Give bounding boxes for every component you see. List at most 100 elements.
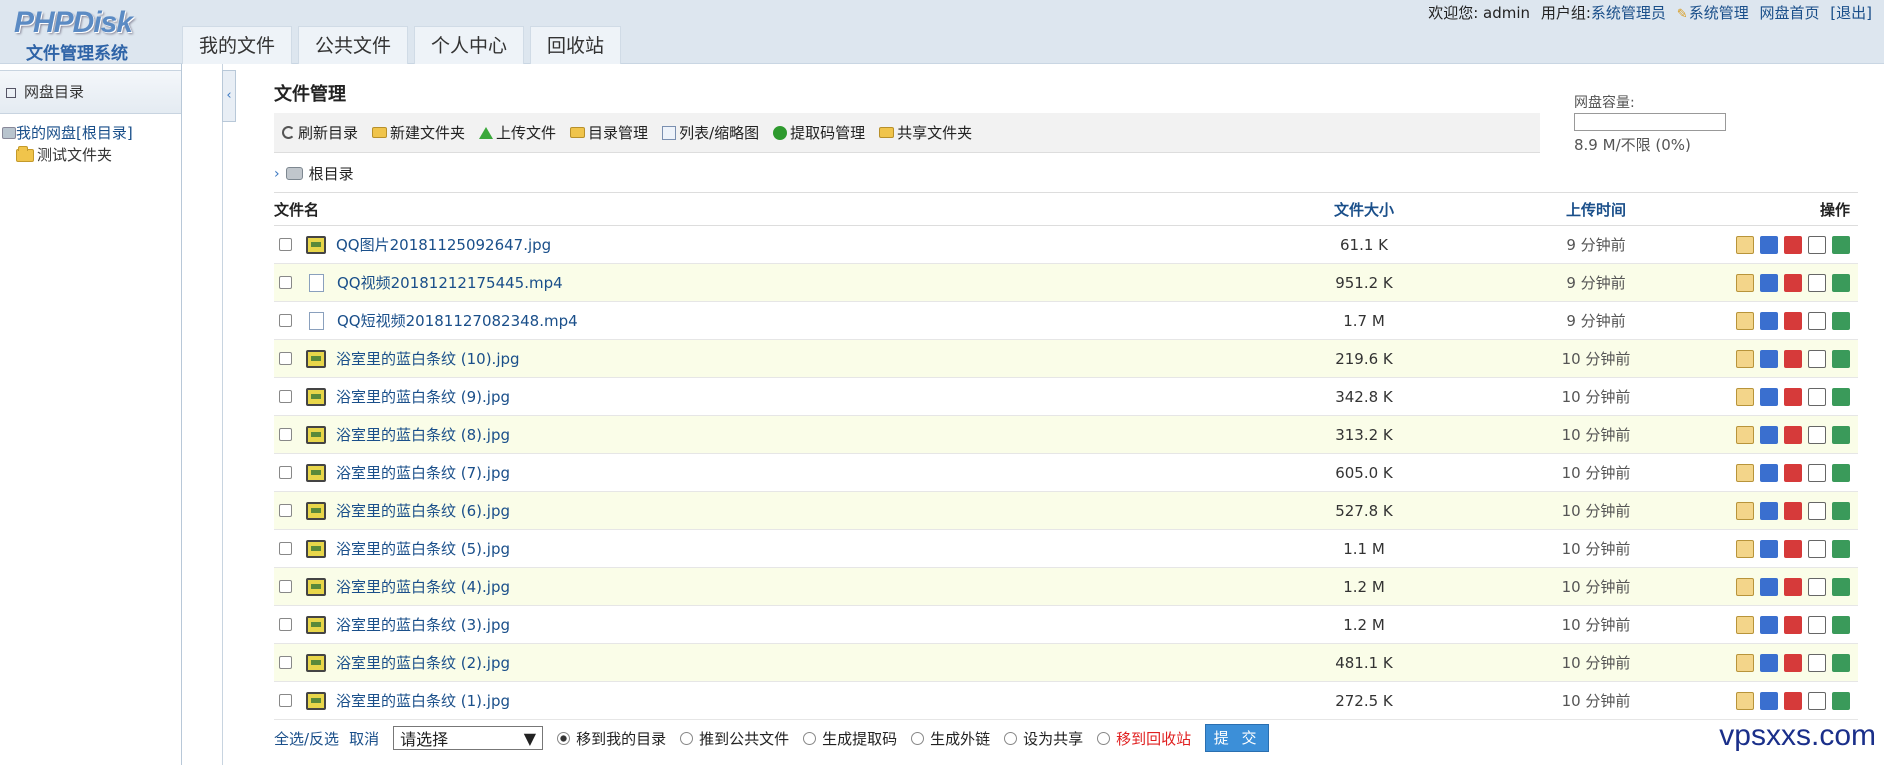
shared-folder-button[interactable]: 共享文件夹 [879, 122, 972, 143]
link-icon[interactable] [1760, 615, 1778, 634]
delete-icon[interactable] [1832, 311, 1850, 330]
code-manage-button[interactable]: 提取码管理 [773, 122, 865, 143]
file-name-link[interactable]: 浴室里的蓝白条纹 (5).jpg [336, 538, 510, 559]
row-checkbox[interactable] [279, 694, 292, 707]
extract-code-icon[interactable] [1784, 387, 1802, 406]
col-name[interactable]: 文件名 [274, 199, 1264, 220]
edit-icon[interactable] [1808, 653, 1826, 672]
row-checkbox[interactable] [279, 390, 292, 403]
edit-icon[interactable] [1808, 577, 1826, 596]
row-checkbox[interactable] [279, 618, 292, 631]
file-name-link[interactable]: 浴室里的蓝白条纹 (8).jpg [336, 424, 510, 445]
delete-icon[interactable] [1832, 653, 1850, 672]
collapse-sidebar-button[interactable]: ‹ [222, 70, 236, 122]
table-row[interactable]: 浴室里的蓝白条纹 (7).jpg 605.0 K 10 分钟前 [274, 454, 1858, 492]
extract-code-icon[interactable] [1784, 349, 1802, 368]
table-row[interactable]: 浴室里的蓝白条纹 (10).jpg 219.6 K 10 分钟前 [274, 340, 1858, 378]
extract-code-icon[interactable] [1784, 311, 1802, 330]
tree-root-label[interactable]: 我的网盘[根目录] [16, 124, 133, 142]
radio-push-public[interactable]: 推到公共文件 [680, 728, 789, 749]
row-checkbox[interactable] [279, 656, 292, 669]
row-checkbox[interactable] [279, 542, 292, 555]
delete-icon[interactable] [1832, 273, 1850, 292]
extract-code-icon[interactable] [1784, 273, 1802, 292]
select-all-link[interactable]: 全选/反选 [274, 728, 339, 749]
download-icon[interactable] [1736, 501, 1754, 520]
row-checkbox[interactable] [279, 428, 292, 441]
link-icon[interactable] [1760, 311, 1778, 330]
file-name-link[interactable]: 浴室里的蓝白条纹 (7).jpg [336, 462, 510, 483]
link-icon[interactable] [1760, 235, 1778, 254]
submit-button[interactable]: 提 交 [1205, 724, 1270, 752]
radio-button[interactable] [1097, 731, 1111, 745]
row-checkbox[interactable] [279, 580, 292, 593]
file-name-link[interactable]: 浴室里的蓝白条纹 (9).jpg [336, 386, 510, 407]
link-icon[interactable] [1760, 691, 1778, 710]
home-link[interactable]: 网盘首页 [1759, 4, 1819, 22]
radio-button[interactable] [1004, 731, 1018, 745]
table-row[interactable]: 浴室里的蓝白条纹 (8).jpg 313.2 K 10 分钟前 [274, 416, 1858, 454]
edit-icon[interactable] [1808, 463, 1826, 482]
table-row[interactable]: 浴室里的蓝白条纹 (1).jpg 272.5 K 10 分钟前 [274, 682, 1858, 720]
admin-link[interactable]: 系统管理 [1689, 4, 1749, 22]
download-icon[interactable] [1736, 311, 1754, 330]
download-icon[interactable] [1736, 577, 1754, 596]
file-name-link[interactable]: 浴室里的蓝白条纹 (4).jpg [336, 576, 510, 597]
download-icon[interactable] [1736, 235, 1754, 254]
edit-icon[interactable] [1808, 691, 1826, 710]
extract-code-icon[interactable] [1784, 653, 1802, 672]
tree-child-label[interactable]: 测试文件夹 [37, 146, 112, 164]
extract-code-icon[interactable] [1784, 425, 1802, 444]
download-icon[interactable] [1736, 653, 1754, 672]
delete-icon[interactable] [1832, 539, 1850, 558]
radio-share[interactable]: 设为共享 [1004, 728, 1083, 749]
refresh-button[interactable]: 刷新目录 [282, 122, 358, 143]
dir-manage-button[interactable]: 目录管理 [570, 122, 648, 143]
table-row[interactable]: QQ图片20181125092647.jpg 61.1 K 9 分钟前 [274, 226, 1858, 264]
extract-code-icon[interactable] [1784, 615, 1802, 634]
table-row[interactable]: 浴室里的蓝白条纹 (3).jpg 1.2 M 10 分钟前 [274, 606, 1858, 644]
table-row[interactable]: 浴室里的蓝白条纹 (5).jpg 1.1 M 10 分钟前 [274, 530, 1858, 568]
delete-icon[interactable] [1832, 463, 1850, 482]
breadcrumb-root[interactable]: 根目录 [309, 163, 354, 184]
edit-icon[interactable] [1808, 349, 1826, 368]
radio-button[interactable] [557, 731, 571, 745]
file-name-link[interactable]: 浴室里的蓝白条纹 (1).jpg [336, 690, 510, 711]
extract-code-icon[interactable] [1784, 539, 1802, 558]
row-checkbox[interactable] [279, 504, 292, 517]
radio-gen-link[interactable]: 生成外链 [911, 728, 990, 749]
upload-button[interactable]: 上传文件 [479, 122, 556, 143]
radio-gen-code[interactable]: 生成提取码 [803, 728, 897, 749]
delete-icon[interactable] [1832, 349, 1850, 368]
download-icon[interactable] [1736, 539, 1754, 558]
delete-icon[interactable] [1832, 501, 1850, 520]
link-icon[interactable] [1760, 539, 1778, 558]
file-name-link[interactable]: QQ视频20181212175445.mp4 [337, 272, 563, 293]
table-row[interactable]: 浴室里的蓝白条纹 (2).jpg 481.1 K 10 分钟前 [274, 644, 1858, 682]
download-icon[interactable] [1736, 615, 1754, 634]
link-icon[interactable] [1760, 501, 1778, 520]
tree-root[interactable]: 我的网盘[根目录] [2, 122, 181, 144]
table-row[interactable]: 浴室里的蓝白条纹 (6).jpg 527.8 K 10 分钟前 [274, 492, 1858, 530]
file-name-link[interactable]: QQ短视频20181127082348.mp4 [337, 310, 578, 331]
extract-code-icon[interactable] [1784, 691, 1802, 710]
edit-icon[interactable] [1808, 235, 1826, 254]
extract-code-icon[interactable] [1784, 577, 1802, 596]
download-icon[interactable] [1736, 349, 1754, 368]
row-checkbox[interactable] [279, 276, 292, 289]
tab-my-files[interactable]: 我的文件 [182, 26, 293, 64]
download-icon[interactable] [1736, 463, 1754, 482]
edit-icon[interactable] [1808, 425, 1826, 444]
radio-move-mine[interactable]: 移到我的目录 [557, 728, 666, 749]
tab-recycle-bin[interactable]: 回收站 [530, 26, 622, 64]
link-icon[interactable] [1760, 349, 1778, 368]
col-size[interactable]: 文件大小 [1264, 199, 1464, 220]
link-icon[interactable] [1760, 577, 1778, 596]
file-name-link[interactable]: 浴室里的蓝白条纹 (6).jpg [336, 500, 510, 521]
tree-child[interactable]: 测试文件夹 [2, 144, 181, 166]
file-name-link[interactable]: 浴室里的蓝白条纹 (10).jpg [336, 348, 520, 369]
link-icon[interactable] [1760, 387, 1778, 406]
edit-icon[interactable] [1808, 273, 1826, 292]
table-row[interactable]: 浴室里的蓝白条纹 (4).jpg 1.2 M 10 分钟前 [274, 568, 1858, 606]
edit-icon[interactable] [1808, 501, 1826, 520]
